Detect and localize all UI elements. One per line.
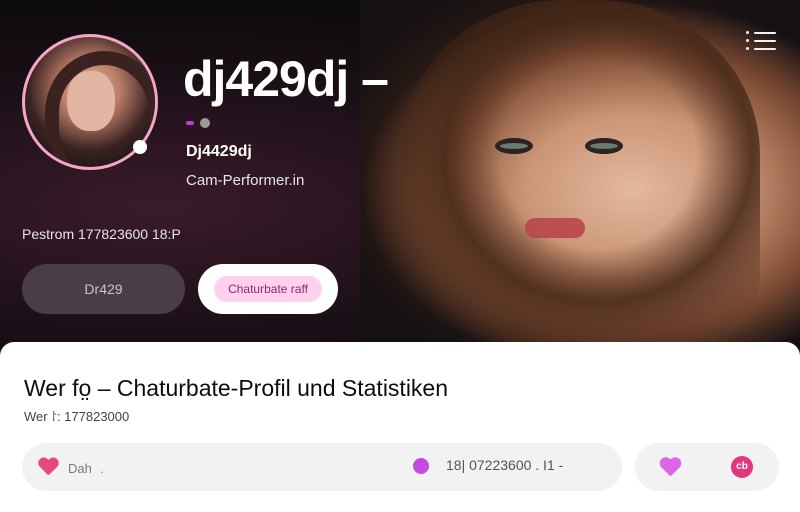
menu-line: [754, 48, 776, 50]
stats-value: 18| 07223600 . I1 -: [446, 457, 564, 473]
profile-title: dj429dj –: [183, 51, 389, 107]
menu-dot: [746, 31, 749, 34]
cover-left-eye: [495, 138, 533, 154]
like-icon[interactable]: [659, 458, 681, 476]
profile-handle: Dj4429dj: [186, 143, 252, 160]
cover-photo: [360, 0, 800, 344]
avatar-face: [67, 71, 115, 131]
stats-bar[interactable]: Dah ﹒ 18| 07223600 . I1 -: [22, 443, 622, 491]
menu-line: [754, 40, 776, 42]
heart-icon: [38, 458, 58, 476]
menu-dot: [746, 39, 749, 42]
menu-dot: [746, 47, 749, 50]
actions-bar: cb: [635, 443, 779, 491]
profile-role: Cam-Performer.in: [186, 172, 305, 189]
online-status-icon: [133, 140, 147, 154]
chaturbate-icon[interactable]: cb: [731, 456, 753, 478]
chaturbate-link-button[interactable]: Chaturbate raff: [198, 264, 338, 314]
status-dot-icon: [413, 458, 429, 474]
panel-subtitle: Wer ⸷: 177823000: [24, 409, 130, 424]
profile-hero: dj429dj – Dj4429dj Cam-Performer.in Pest…: [0, 0, 800, 344]
stats-label: Dah ﹒: [68, 461, 109, 476]
menu-icon[interactable]: [746, 30, 776, 52]
profile-stats-line: Pestrom 177823600 18:P: [22, 226, 181, 242]
pager-dot-active[interactable]: [186, 121, 194, 125]
pager-dot[interactable]: [200, 118, 210, 128]
chaturbate-link-label: Chaturbate raff: [214, 276, 322, 302]
cover-hair-shape: [400, 0, 760, 344]
profile-button[interactable]: Dr429: [22, 264, 185, 314]
cover-right-eye: [585, 138, 623, 154]
cover-lips: [525, 218, 585, 238]
panel-title: Wer fo̤ – Chaturbate-Profil und Statisti…: [24, 375, 449, 401]
menu-line: [754, 32, 776, 34]
